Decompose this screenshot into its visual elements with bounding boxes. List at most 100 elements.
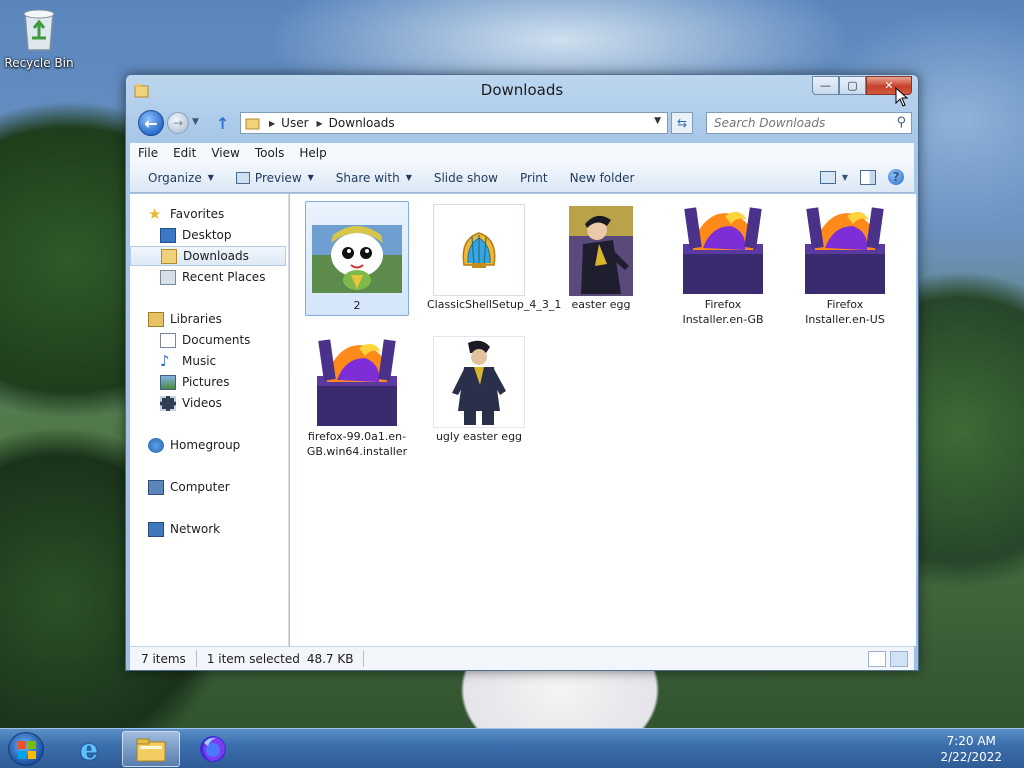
recent-locations-dropdown[interactable]: ▼ bbox=[192, 117, 199, 127]
search-icon[interactable]: ⚲ bbox=[896, 115, 906, 130]
nav-recent-places[interactable]: Recent Places bbox=[130, 267, 286, 287]
details-view-icon[interactable] bbox=[868, 651, 886, 667]
nav-videos[interactable]: Videos bbox=[130, 393, 286, 413]
recent-places-icon bbox=[160, 269, 176, 285]
nav-music[interactable]: ♪ Music bbox=[130, 351, 286, 371]
network-icon bbox=[148, 521, 164, 537]
homegroup-icon bbox=[148, 437, 164, 453]
file-item[interactable]: ClassicShellSetup_4_3_1 bbox=[427, 201, 561, 316]
system-clock[interactable]: 7:20 AM 2/22/2022 bbox=[940, 733, 1002, 765]
address-dropdown-icon[interactable]: ▼ bbox=[654, 116, 661, 126]
nav-homegroup-label: Homegroup bbox=[170, 438, 241, 452]
nav-network[interactable]: Network bbox=[130, 519, 286, 539]
breadcrumb-separator-icon[interactable]: ▶ bbox=[317, 119, 323, 128]
arrow-right-icon: → bbox=[172, 116, 184, 130]
share-with-label: Share with bbox=[335, 170, 400, 185]
slide-show-button[interactable]: Slide show bbox=[434, 171, 498, 185]
back-button[interactable]: ← bbox=[138, 110, 164, 136]
file-explorer-icon bbox=[136, 738, 166, 762]
refresh-button[interactable]: ⇆ bbox=[671, 112, 693, 134]
menu-tools[interactable]: Tools bbox=[255, 146, 285, 160]
nav-pictures[interactable]: Pictures bbox=[130, 372, 286, 392]
nav-documents[interactable]: Documents bbox=[130, 330, 286, 350]
nav-computer[interactable]: Computer bbox=[130, 477, 286, 497]
up-button[interactable]: ↑ bbox=[216, 114, 229, 133]
nav-pictures-label: Pictures bbox=[182, 375, 230, 389]
file-name: ugly easter egg bbox=[435, 430, 523, 443]
menu-view[interactable]: View bbox=[211, 146, 239, 160]
explorer-window: Downloads — ▢ ✕ ← → ▼ ↑ ▶ User ▶ Downloa… bbox=[125, 74, 919, 671]
item-count: 7 items bbox=[141, 651, 186, 666]
change-view-icon[interactable] bbox=[819, 170, 836, 184]
breadcrumb-separator-icon[interactable]: ▶ bbox=[269, 119, 275, 128]
file-item[interactable]: ugly easter egg bbox=[427, 333, 531, 448]
nav-libraries-label: Libraries bbox=[170, 312, 222, 326]
file-item[interactable]: 2 bbox=[305, 201, 409, 316]
start-button[interactable] bbox=[8, 732, 44, 766]
maximize-button[interactable]: ▢ bbox=[839, 76, 866, 95]
file-item[interactable]: easter egg bbox=[549, 201, 653, 316]
desktop-icon-recycle-bin[interactable]: Recycle Bin bbox=[4, 4, 74, 70]
preview-button[interactable]: Preview ▼ bbox=[235, 171, 314, 185]
print-label: Print bbox=[519, 170, 548, 185]
menu-help[interactable]: Help bbox=[299, 146, 326, 160]
menu-file[interactable]: File bbox=[138, 146, 158, 160]
nav-computer-label: Computer bbox=[170, 480, 230, 494]
search-input[interactable] bbox=[707, 113, 882, 133]
dropdown-arrow-icon: ▼ bbox=[207, 173, 214, 182]
dropdown-arrow-icon: ▼ bbox=[405, 173, 412, 182]
nav-homegroup[interactable]: Homegroup bbox=[130, 435, 286, 455]
organize-button[interactable]: Organize ▼ bbox=[148, 171, 214, 185]
menu-edit[interactable]: Edit bbox=[173, 146, 196, 160]
nav-desktop[interactable]: Desktop bbox=[130, 225, 286, 245]
address-bar[interactable]: ▶ User ▶ Downloads ▼ bbox=[240, 112, 668, 134]
star-icon: ★ bbox=[148, 204, 162, 223]
organize-label: Organize bbox=[148, 170, 202, 185]
minimize-button[interactable]: — bbox=[812, 76, 839, 95]
taskbar-internet-explorer[interactable]: e bbox=[60, 731, 118, 767]
recycle-bin-icon bbox=[15, 4, 63, 54]
help-icon[interactable]: ? bbox=[888, 169, 904, 185]
nav-music-label: Music bbox=[182, 354, 217, 368]
nav-network-label: Network bbox=[170, 522, 221, 536]
cartoon-frog-thumbnail bbox=[311, 205, 403, 297]
taskbar-firefox[interactable] bbox=[184, 731, 242, 767]
taskbar-file-explorer[interactable] bbox=[122, 731, 180, 767]
mouse-cursor-icon bbox=[895, 87, 909, 107]
share-with-button[interactable]: Share with ▼ bbox=[336, 171, 412, 185]
clock-date: 2/22/2022 bbox=[940, 750, 1002, 764]
downloads-icon bbox=[161, 248, 177, 264]
desktop-icon-label: Recycle Bin bbox=[4, 56, 74, 70]
new-folder-button[interactable]: New folder bbox=[570, 171, 635, 185]
windows-logo-icon bbox=[18, 741, 36, 759]
file-item[interactable]: Firefox Installer.en-US bbox=[793, 201, 897, 326]
new-folder-label: New folder bbox=[569, 170, 635, 185]
music-icon: ♪ bbox=[160, 351, 170, 370]
title-bar[interactable]: Downloads — ▢ ✕ bbox=[126, 75, 918, 105]
command-bar: Organize ▼ Preview ▼ Share with ▼ Slide sho… bbox=[130, 163, 914, 193]
search-box[interactable]: ⚲ bbox=[706, 112, 912, 134]
preview-pane-icon[interactable] bbox=[860, 169, 876, 185]
breadcrumb-user[interactable]: User bbox=[281, 116, 308, 130]
anime-figure-thumbnail bbox=[433, 336, 525, 428]
breadcrumb-downloads[interactable]: Downloads bbox=[329, 116, 395, 130]
nav-libraries[interactable]: Libraries bbox=[130, 309, 286, 329]
view-dropdown-icon[interactable]: ▼ bbox=[842, 173, 848, 182]
firefox-icon bbox=[200, 736, 226, 762]
file-name: easter egg bbox=[571, 298, 631, 311]
videos-icon bbox=[160, 395, 176, 411]
file-name: Firefox Installer.en-US bbox=[805, 298, 885, 326]
file-item[interactable]: firefox-99.0a1.en-GB.win64.installer bbox=[305, 333, 409, 458]
file-list: 2 ClassicShellSetup_4_3_1 easter egg Fir… bbox=[290, 194, 916, 646]
nav-desktop-label: Desktop bbox=[182, 228, 232, 242]
documents-icon bbox=[160, 332, 176, 348]
forward-button[interactable]: → bbox=[167, 112, 189, 134]
nav-downloads[interactable]: Downloads bbox=[130, 246, 286, 266]
print-button[interactable]: Print bbox=[520, 171, 548, 185]
clock-time: 7:20 AM bbox=[946, 734, 996, 748]
nav-favorites[interactable]: ★ Favorites bbox=[130, 204, 286, 224]
large-icons-view-icon[interactable] bbox=[890, 651, 908, 667]
file-name: firefox-99.0a1.en-GB.win64.installer bbox=[306, 430, 408, 458]
file-item[interactable]: Firefox Installer.en-GB bbox=[671, 201, 775, 326]
navigation-row: ← → ▼ ↑ ▶ User ▶ Downloads ▼ ⇆ ⚲ bbox=[136, 109, 912, 139]
